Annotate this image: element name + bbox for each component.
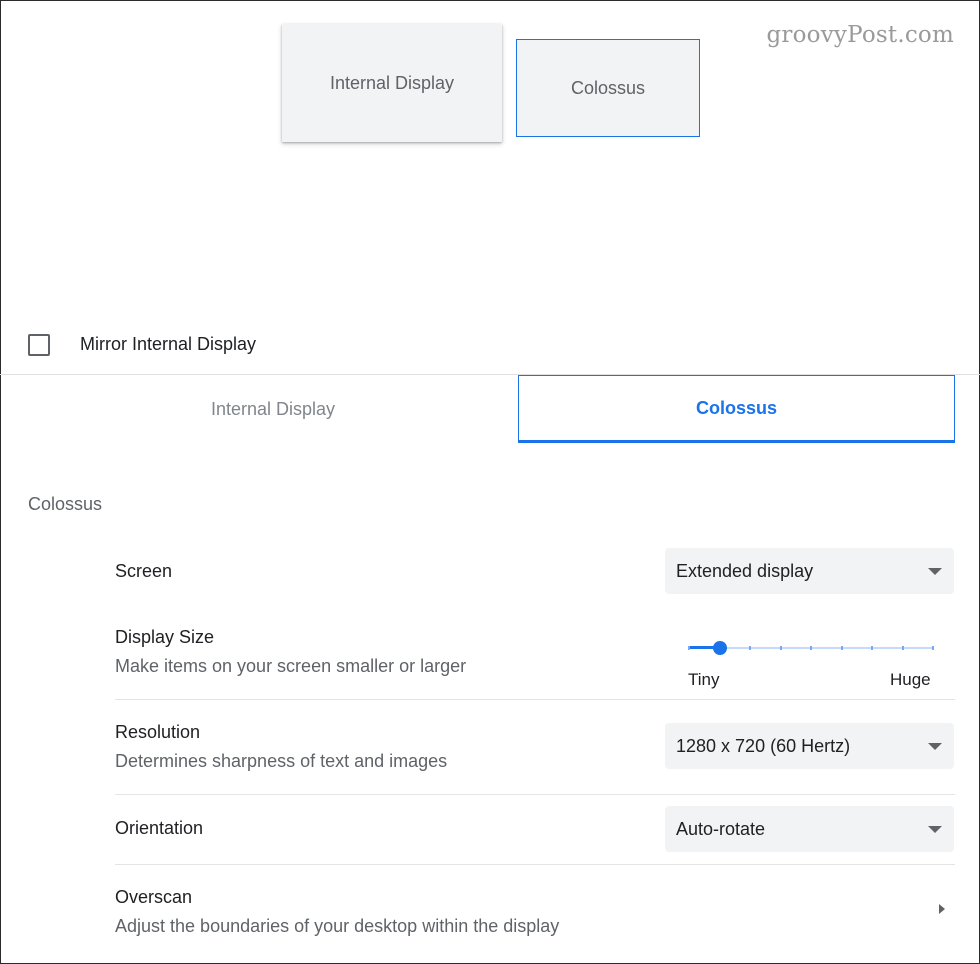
display-arrangement-area: Internal Display Colossus bbox=[0, 0, 980, 320]
mirror-checkbox[interactable] bbox=[28, 334, 50, 356]
orientation-row: Orientation Auto-rotate bbox=[115, 795, 955, 864]
slider-tick bbox=[688, 646, 690, 650]
orientation-label: Orientation bbox=[115, 818, 204, 838]
display-size-slider[interactable] bbox=[688, 641, 934, 655]
tab-internal-display[interactable]: Internal Display bbox=[28, 375, 518, 443]
section-title: Colossus bbox=[28, 494, 103, 514]
resolution-select-value: 1280 x 720 (60 Hertz) bbox=[676, 735, 851, 756]
display-size-row: Display Size Make items on your screen s… bbox=[115, 616, 955, 700]
arrangement-internal-display[interactable]: Internal Display bbox=[282, 24, 502, 142]
mirror-row: Mirror Internal Display bbox=[0, 324, 980, 374]
dropdown-arrow-icon bbox=[928, 568, 942, 575]
slider-knob[interactable] bbox=[712, 641, 727, 655]
resolution-sublabel: Determines sharpness of text and images bbox=[115, 751, 448, 771]
tab-internal-display-label: Internal Display bbox=[210, 398, 336, 419]
slider-tick bbox=[779, 646, 782, 650]
slider-tick bbox=[840, 646, 843, 650]
tab-colossus-label: Colossus bbox=[695, 397, 778, 418]
orientation-select-value: Auto-rotate bbox=[676, 818, 766, 839]
slider-tick bbox=[749, 646, 751, 650]
arrangement-external-display[interactable]: Colossus bbox=[516, 39, 700, 137]
slider-tick bbox=[810, 646, 812, 650]
overscan-label: Overscan bbox=[115, 887, 193, 907]
mirror-label: Mirror Internal Display bbox=[80, 334, 257, 354]
resolution-label: Resolution bbox=[115, 722, 201, 742]
resolution-row: Resolution Determines sharpness of text … bbox=[115, 700, 955, 794]
overscan-row[interactable]: Overscan Adjust the boundaries of your d… bbox=[115, 865, 955, 959]
resolution-select[interactable]: 1280 x 720 (60 Hertz) bbox=[665, 723, 954, 769]
display-size-sublabel: Make items on your screen smaller or lar… bbox=[115, 656, 467, 676]
slider-tick bbox=[932, 646, 934, 650]
slider-max-label: Huge bbox=[890, 670, 931, 689]
orientation-select[interactable]: Auto-rotate bbox=[665, 806, 954, 852]
chevron-right-icon[interactable] bbox=[939, 904, 945, 914]
screen-label: Screen bbox=[115, 561, 173, 581]
screen-row: Screen Extended display bbox=[115, 548, 955, 594]
screen-select-value: Extended display bbox=[676, 560, 814, 581]
slider-tick bbox=[901, 646, 904, 650]
slider-tick bbox=[871, 646, 873, 650]
tab-colossus[interactable]: Colossus bbox=[518, 375, 955, 443]
arrangement-external-label: Colossus bbox=[570, 77, 646, 98]
slider-min-label: Tiny bbox=[688, 670, 720, 689]
display-size-label: Display Size bbox=[115, 627, 215, 647]
overscan-sublabel: Adjust the boundaries of your desktop wi… bbox=[115, 916, 560, 936]
screen-select[interactable]: Extended display bbox=[665, 548, 954, 594]
arrangement-internal-label: Internal Display bbox=[329, 72, 455, 93]
dropdown-arrow-icon bbox=[928, 743, 942, 750]
dropdown-arrow-icon bbox=[928, 826, 942, 833]
